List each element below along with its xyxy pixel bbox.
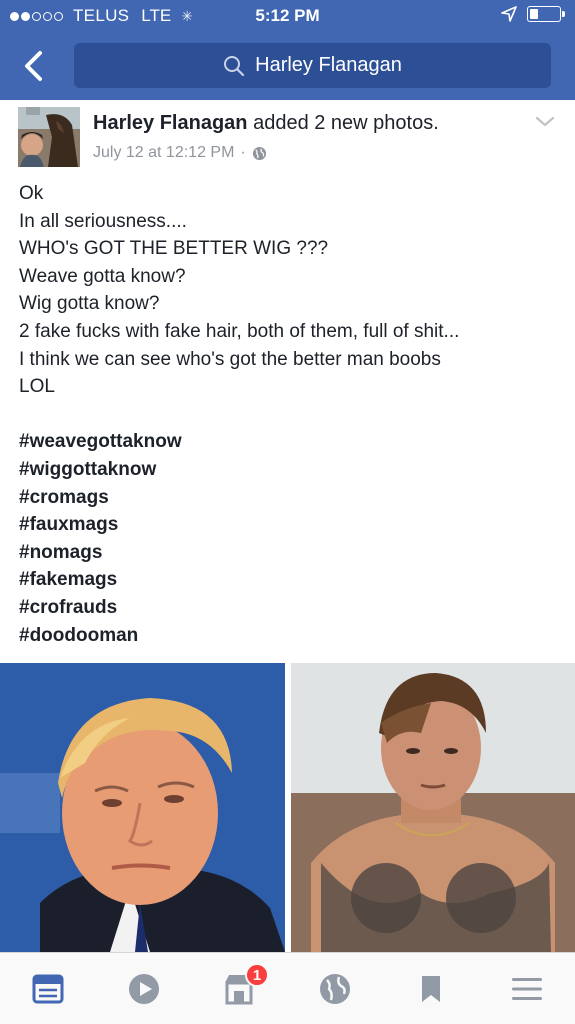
post-options-button[interactable] bbox=[531, 112, 559, 132]
status-bar: TELUS LTE ✳ 5:12 PM bbox=[0, 0, 575, 34]
post-action-text: added 2 new photos. bbox=[253, 112, 439, 134]
location-arrow-icon bbox=[501, 6, 517, 22]
post-text-line: Ok bbox=[19, 183, 44, 204]
tab-marketplace[interactable]: 1 bbox=[219, 963, 269, 1009]
hashtag-link[interactable]: #nomags bbox=[19, 539, 564, 567]
status-right bbox=[501, 6, 565, 22]
globe-icon bbox=[320, 974, 350, 1004]
battery-icon bbox=[527, 6, 565, 22]
author-avatar[interactable] bbox=[18, 107, 80, 167]
author-name-link[interactable]: Harley Flanagan bbox=[93, 112, 248, 134]
chevron-down-icon bbox=[535, 116, 555, 127]
tab-saved[interactable] bbox=[411, 969, 451, 1009]
app-header: TELUS LTE ✳ 5:12 PM Harley Flanagan bbox=[0, 0, 575, 100]
post-author-line: Harley Flanagan added 2 new photos. bbox=[93, 112, 439, 135]
post-meta: July 12 at 12:12 PM · bbox=[93, 144, 267, 162]
globe-icon bbox=[252, 146, 266, 160]
post-text: Ok In all seriousness.... WHO's GOT THE … bbox=[19, 180, 564, 649]
bookmark-icon bbox=[422, 976, 440, 1002]
nav-row: Harley Flanagan bbox=[0, 40, 575, 92]
hashtag-link[interactable]: #fauxmags bbox=[19, 511, 564, 539]
status-time: 5:12 PM bbox=[255, 6, 320, 25]
bottom-tab-bar: 1 bbox=[0, 952, 575, 1024]
hashtag-link[interactable]: #cromags bbox=[19, 484, 564, 512]
tab-notifications[interactable] bbox=[315, 969, 355, 1009]
news-feed-icon bbox=[32, 974, 64, 1004]
hashtag-link[interactable]: #weavegottaknow bbox=[19, 428, 564, 456]
meta-separator: · bbox=[240, 144, 246, 161]
post: Harley Flanagan added 2 new photos. July… bbox=[0, 100, 575, 952]
hashtag-link[interactable]: #doodooman bbox=[19, 622, 564, 650]
tab-video[interactable] bbox=[124, 969, 164, 1009]
post-text-line: In all seriousness.... bbox=[19, 210, 187, 232]
hashtag-link[interactable]: #crofrauds bbox=[19, 594, 564, 622]
post-timestamp[interactable]: July 12 at 12:12 PM bbox=[93, 144, 234, 162]
notification-badge: 1 bbox=[245, 963, 269, 987]
post-photos bbox=[0, 663, 575, 952]
hashtag-link[interactable]: #wiggottaknow bbox=[19, 456, 564, 484]
post-text-line: 2 fake fucks with fake hair, both of the… bbox=[19, 320, 460, 342]
post-photo-1[interactable] bbox=[0, 663, 285, 952]
hashtag-link[interactable]: #fakemags bbox=[19, 566, 564, 594]
chevron-left-icon bbox=[25, 51, 42, 81]
post-text-line: I think we can see who's got the better … bbox=[19, 348, 441, 370]
back-button[interactable] bbox=[18, 48, 50, 84]
post-photo-2[interactable] bbox=[291, 663, 575, 952]
tab-news-feed[interactable] bbox=[28, 969, 68, 1009]
post-header: Harley Flanagan added 2 new photos. July… bbox=[0, 100, 575, 174]
post-text-line: Wig gotta know? bbox=[19, 293, 160, 315]
post-text-line: WHO's GOT THE BETTER WIG ??? bbox=[19, 238, 329, 260]
tab-menu[interactable] bbox=[507, 969, 547, 1009]
search-bar[interactable]: Harley Flanagan bbox=[74, 43, 551, 88]
post-text-line: Weave gotta know? bbox=[19, 265, 186, 287]
video-play-icon bbox=[129, 974, 159, 1004]
search-icon bbox=[224, 55, 245, 76]
menu-icon bbox=[512, 978, 542, 1000]
search-query: Harley Flanagan bbox=[255, 54, 402, 76]
post-text-line: LOL bbox=[19, 376, 55, 398]
